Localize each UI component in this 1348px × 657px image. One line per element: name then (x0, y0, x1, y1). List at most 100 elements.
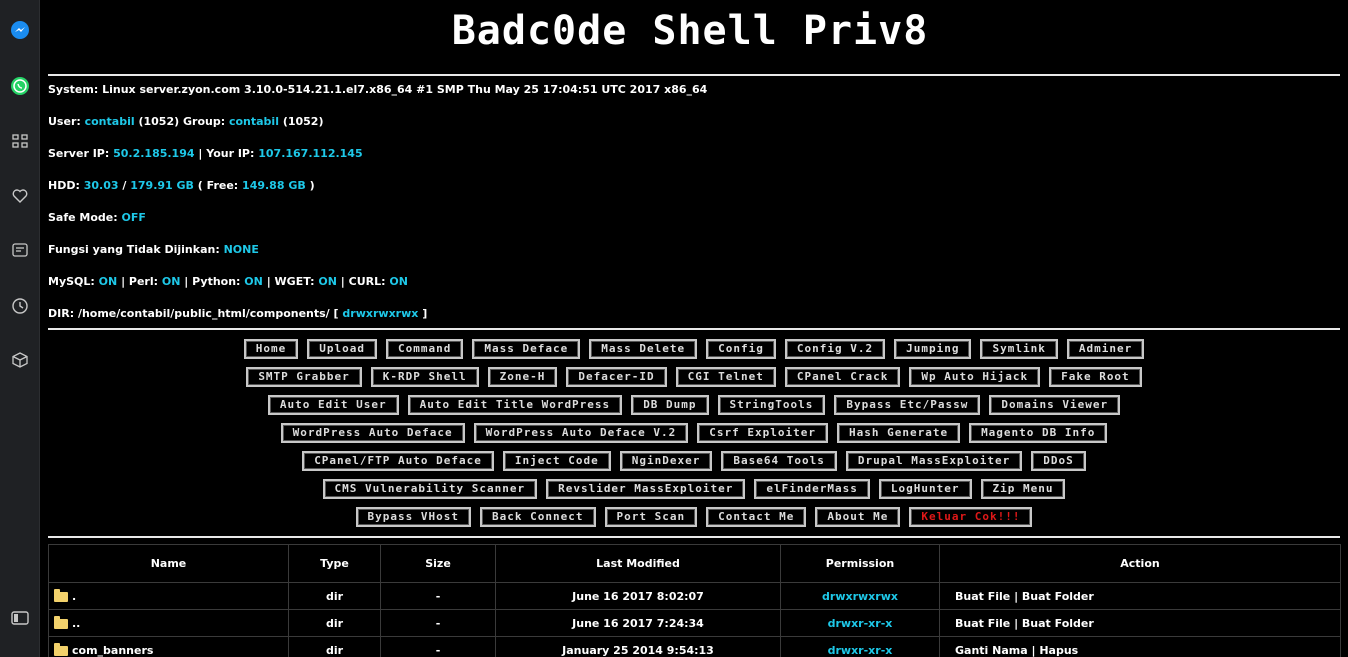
back-connect-button[interactable]: Back Connect (480, 507, 596, 527)
server-ip-value: 50.2.185.194 (113, 147, 195, 160)
column-header-permission[interactable]: Permission (780, 544, 940, 583)
revslider-massexploiter-button[interactable]: Revslider MassExploiter (546, 479, 746, 499)
symlink-button[interactable]: Symlink (980, 339, 1058, 359)
wp-auto-hijack-button[interactable]: Wp Auto Hijack (909, 367, 1041, 387)
base64-tools-button[interactable]: Base64 Tools (721, 451, 837, 471)
k-rdp-shell-button[interactable]: K-RDP Shell (370, 367, 479, 387)
cgi-telnet-button[interactable]: CGI Telnet (675, 367, 776, 387)
defacer-id-button[interactable]: Defacer-ID (566, 367, 667, 387)
clock-icon[interactable] (10, 296, 30, 316)
upload-button[interactable]: Upload (307, 339, 378, 359)
menu-row: Home Upload Command Mass Deface Mass Delete C… (40, 339, 1348, 359)
elfindermass-button[interactable]: elFinderMass (754, 479, 870, 499)
messenger-icon[interactable] (10, 20, 30, 40)
mass-delete-button[interactable]: Mass Delete (589, 339, 698, 359)
zip-menu-button[interactable]: Zip Menu (980, 479, 1066, 499)
file-name-cell[interactable]: com_banners (48, 636, 289, 657)
csrf-exploiter-button[interactable]: Csrf Exploiter (697, 423, 828, 443)
group-label: Group: (182, 115, 226, 128)
command-button[interactable]: Command (386, 339, 464, 359)
column-header-name[interactable]: Name (48, 544, 289, 583)
cpanel-ftp-auto-deface-button[interactable]: CPanel/FTP Auto Deface (302, 451, 494, 471)
cube-icon[interactable] (10, 350, 30, 370)
safe-mode-value: OFF (121, 211, 146, 224)
loghunter-button[interactable]: LogHunter (878, 479, 972, 499)
wordpress-auto-deface-button[interactable]: WordPress Auto Deface (280, 423, 465, 443)
file-name[interactable]: .. (72, 617, 80, 630)
file-modified: January 25 2014 9:54:13 (495, 636, 781, 657)
menu-row: SMTP Grabber K-RDP Shell Zone-H Defacer-ID C… (40, 367, 1348, 387)
mass-deface-button[interactable]: Mass Deface (472, 339, 581, 359)
dir-permission: drwxrwxrwx (342, 307, 419, 320)
mysql-label: MySQL: (48, 275, 95, 288)
your-ip-label: Your IP: (206, 147, 255, 160)
apps-grid-icon[interactable] (10, 131, 30, 151)
sidebar-toggle-icon[interactable] (10, 608, 30, 628)
gid-value: (1052) (282, 115, 324, 128)
file-size: - (380, 582, 496, 610)
menu-row: CMS Vulnerability Scanner Revslider MassE… (40, 479, 1348, 499)
wget-label: | WGET: (266, 275, 315, 288)
file-name-cell[interactable]: . (48, 582, 289, 610)
about-me-button[interactable]: About Me (815, 507, 901, 527)
port-scan-button[interactable]: Port Scan (604, 507, 698, 527)
auto-edit-title-wordpress-button[interactable]: Auto Edit Title WordPress (407, 395, 623, 415)
file-table: Name Type Size Last Modified Permission … (48, 544, 1341, 657)
bypass-vhost-button[interactable]: Bypass VHost (355, 507, 472, 527)
disabled-functions-label: Fungsi yang Tidak Dijinkan: (48, 243, 220, 256)
heart-icon[interactable] (10, 186, 30, 206)
menu-row: Auto Edit User Auto Edit Title WordPress D… (40, 395, 1348, 415)
file-permission[interactable]: drwxr-xr-x (780, 609, 940, 637)
file-name-cell[interactable]: .. (48, 609, 289, 637)
user-info: User: contabil (1052) Group: contabil (1… (48, 115, 323, 128)
news-icon[interactable] (10, 240, 30, 260)
fake-root-button[interactable]: Fake Root (1049, 367, 1142, 387)
adminer-button[interactable]: Adminer (1066, 339, 1145, 359)
db-dump-button[interactable]: DB Dump (631, 395, 709, 415)
magento-db-info-button[interactable]: Magento DB Info (969, 423, 1108, 443)
auto-edit-user-button[interactable]: Auto Edit User (267, 395, 399, 415)
file-permission[interactable]: drwxr-xr-x (780, 636, 940, 657)
file-permission[interactable]: drwxrwxrwx (780, 582, 940, 610)
keluar-cok-button[interactable]: Keluar Cok!!! (909, 507, 1033, 527)
dir-path[interactable]: /home/contabil/public_html/components/ (78, 307, 330, 320)
server-ip-label: Server IP: (48, 147, 110, 160)
column-header-last-modified[interactable]: Last Modified (495, 544, 781, 583)
cpanel-crack-button[interactable]: CPanel Crack (784, 367, 901, 387)
column-header-size[interactable]: Size (380, 544, 496, 583)
ngindexer-button[interactable]: NginDexer (619, 451, 713, 471)
column-header-action[interactable]: Action (939, 544, 1341, 583)
wordpress-auto-deface-v-2-button[interactable]: WordPress Auto Deface V.2 (473, 423, 689, 443)
config-v-2-button[interactable]: Config V.2 (784, 339, 886, 359)
jumping-button[interactable]: Jumping (894, 339, 972, 359)
zone-h-button[interactable]: Zone-H (487, 367, 558, 387)
bypass-etc-passw-button[interactable]: Bypass Etc/Passw (834, 395, 981, 415)
whatsapp-icon[interactable] (10, 76, 30, 96)
ip-info: Server IP: 50.2.185.194 | Your IP: 107.1… (48, 147, 363, 160)
hash-generate-button[interactable]: Hash Generate (836, 423, 961, 443)
hdd-free: 149.88 GB (242, 179, 306, 192)
contact-me-button[interactable]: Contact Me (706, 507, 807, 527)
cms-vulnerability-scanner-button[interactable]: CMS Vulnerability Scanner (322, 479, 538, 499)
domains-viewer-button[interactable]: Domains Viewer (989, 395, 1121, 415)
column-header-type[interactable]: Type (288, 544, 381, 583)
smtp-grabber-button[interactable]: SMTP Grabber (246, 367, 362, 387)
file-size: - (380, 636, 496, 657)
config-button[interactable]: Config (706, 339, 776, 359)
inject-code-button[interactable]: Inject Code (502, 451, 611, 471)
ddos-button[interactable]: DDoS (1031, 451, 1086, 471)
stringtools-button[interactable]: StringTools (717, 395, 826, 415)
file-actions[interactable]: Buat File | Buat Folder (939, 609, 1341, 637)
drupal-massexploiter-button[interactable]: Drupal MassExploiter (845, 451, 1023, 471)
home-button[interactable]: Home (243, 339, 299, 359)
table-row: . dir - June 16 2017 8:02:07 drwxrwxrwx Buat … (48, 582, 1341, 610)
file-actions[interactable]: Ganti Nama | Hapus (939, 636, 1341, 657)
file-actions[interactable]: Buat File | Buat Folder (939, 582, 1341, 610)
file-table-body: . dir - June 16 2017 8:02:07 drwxrwxrwx Buat … (48, 582, 1341, 657)
hdd-used: 30.03 (83, 179, 119, 192)
file-name[interactable]: com_banners (72, 644, 153, 657)
file-name[interactable]: . (72, 590, 76, 603)
disabled-functions-info: Fungsi yang Tidak Dijinkan: NONE (48, 243, 259, 256)
dir-info: DIR: /home/contabil/public_html/componen… (48, 307, 427, 320)
divider (48, 328, 1340, 330)
